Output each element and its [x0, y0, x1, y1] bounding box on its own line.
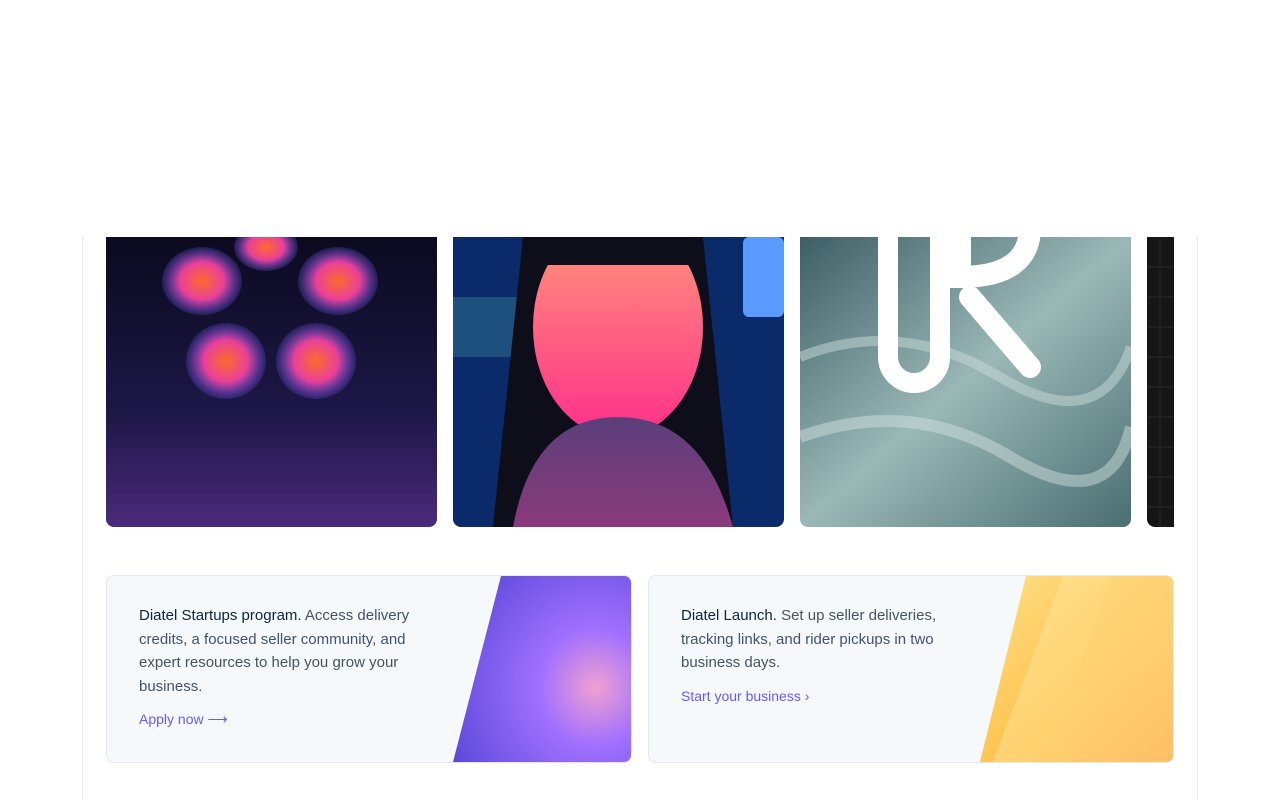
- ocean-wave-logo-artwork-icon: [800, 237, 1131, 527]
- startups-program-title: Diatel Startups program.: [139, 607, 302, 624]
- woman-looking-up-illustration-icon: [453, 237, 784, 527]
- launch-title: Diatel Launch.: [681, 607, 777, 624]
- orange-gradient-art: [973, 576, 1173, 762]
- apply-now-link[interactable]: Apply now ⟶: [139, 711, 228, 728]
- dark-grid-artwork-icon: [1147, 237, 1174, 527]
- hearts-flower-artwork-icon: [106, 237, 437, 527]
- launch-description: Diatel Launch. Set up seller deliveries,…: [681, 604, 971, 675]
- gallery-tile-hearts[interactable]: [106, 237, 437, 527]
- start-your-business-link[interactable]: Start your business ›: [681, 688, 809, 704]
- gallery-tile-portrait[interactable]: [453, 237, 784, 527]
- purple-gradient-shape-icon: [453, 576, 631, 762]
- gallery-tile-grid[interactable]: [1147, 237, 1174, 527]
- startups-program-card: Diatel Startups program. Access delivery…: [106, 575, 632, 763]
- startups-program-description: Diatel Startups program. Access delivery…: [139, 604, 429, 698]
- purple-gradient-art: [431, 576, 631, 762]
- gallery-tile-wave[interactable]: [800, 237, 1131, 527]
- orange-gradient-shape-icon: [980, 576, 1173, 762]
- image-gallery: [106, 237, 1174, 527]
- launch-card: Diatel Launch. Set up seller deliveries,…: [648, 575, 1174, 763]
